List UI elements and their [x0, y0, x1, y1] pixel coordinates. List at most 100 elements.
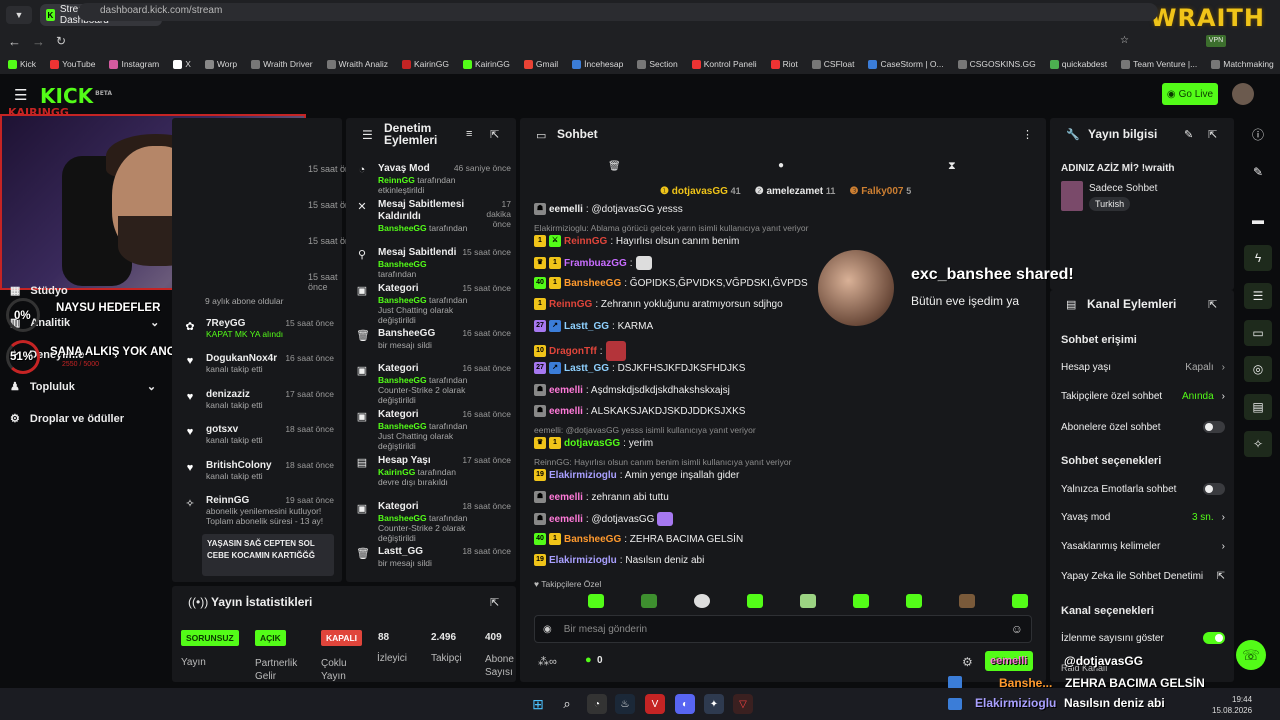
account-age-option[interactable]: Hesap yaşı Kapalı › — [1061, 362, 1225, 373]
mod-action-item[interactable]: ▣ Kategori BansheeGG tarafından Just Chat… — [356, 283, 511, 325]
bookmark-item[interactable]: Worp — [204, 59, 237, 69]
activity-item[interactable]: ♥ BritishColony kanalı takip etti 18 saat… — [184, 460, 334, 481]
activity-item[interactable]: ♥ denizaziz kanalı takip etti 17 saat önc… — [184, 389, 334, 410]
hourglass-icon[interactable]: ⧗ — [948, 160, 956, 173]
slow-mode-option[interactable]: Yavaş mod 3 sn. › — [1061, 512, 1225, 523]
sidebar-item-studio[interactable]: ▦ Stüdyo — [10, 284, 68, 298]
bookmark-item[interactable]: quickabdest — [1049, 59, 1107, 69]
chat-message[interactable]: ♛ 1 dotjavasGG: yerim — [534, 437, 653, 449]
emote-only-toggle[interactable] — [1203, 483, 1225, 495]
top-gifter[interactable]: ❶ dotjavasGG 41 — [660, 186, 741, 197]
chat-message[interactable]: 27 ↗ Lastt_GG: KARMA — [534, 320, 653, 332]
bookmark-item[interactable]: Gmail — [523, 59, 558, 69]
mod-action-item[interactable]: 🗑 BansheeGG bir mesajı sildi 16 saat önce — [356, 328, 511, 350]
sidebar-item-community[interactable]: ♟ Topluluk ⌄ — [10, 380, 156, 394]
emote-icon[interactable] — [853, 594, 869, 608]
chat-message[interactable]: ☗ eemelli: @dotjavasGG — [534, 512, 674, 526]
more-options-icon[interactable]: ⋮ — [1022, 128, 1033, 141]
emote-icon[interactable] — [641, 594, 657, 608]
help-button[interactable]: ☏ — [1236, 640, 1266, 670]
chat-settings-icon[interactable]: ⚙ — [962, 655, 973, 669]
chat-icon[interactable]: ▭ — [1244, 320, 1272, 346]
chat-message[interactable]: 40 1 BansheeGG: ĞOPIDKS,ĞPVIDKS,VĞPDSKI,ĞV… — [534, 277, 808, 289]
filter-icon[interactable]: ≡ — [466, 128, 472, 140]
bookmark-item[interactable]: CaseStorm | O... — [868, 59, 944, 69]
go-live-button[interactable]: ◉ Go Live — [1162, 83, 1218, 105]
sub-chat-toggle[interactable] — [1203, 421, 1225, 433]
follower-chat-option[interactable]: Takipçilere özel sohbet Anında › — [1061, 391, 1225, 402]
mod-action-item[interactable]: ▤ Hesap Yaşı KairinGG tarafından devre dı… — [356, 455, 511, 487]
sidebar-item-drops[interactable]: ⚙ Droplar ve ödüller — [10, 412, 124, 426]
wrench-icon[interactable]: ✧ — [1244, 431, 1272, 457]
emote-icon[interactable] — [906, 594, 922, 608]
mod-action-item[interactable]: ▣ Kategori BansheeGG tarafından Counter-S… — [356, 501, 511, 543]
chat-message[interactable]: 40 1 BansheeGG: ZEHRA BACIMA GELSİN — [534, 533, 743, 545]
chat-message[interactable]: 19 Elakirmizioglu: Amin yenge inşallah gi… — [534, 469, 739, 481]
bookmark-item[interactable]: CSFloat — [811, 59, 854, 69]
bookmark-item[interactable]: Wraith Analiz — [326, 59, 388, 69]
chat-message[interactable]: ☗ eemelli: zehranın abi tuttu — [534, 491, 669, 503]
app-icon[interactable]: ✦ — [704, 694, 724, 714]
bookmark-star-icon[interactable]: ☆ — [1120, 35, 1129, 46]
back-icon[interactable]: ← — [8, 34, 21, 49]
chat-message[interactable]: 27 ↗ Lastt_GG: DSJKFHSJKFDJKSFHDJKS — [534, 362, 745, 374]
popout-icon[interactable]: ⇱ — [1208, 128, 1217, 141]
bookmark-item[interactable]: X — [173, 59, 191, 69]
mod-action-item[interactable]: ▣ Kategori BansheeGG tarafından Counter-S… — [356, 363, 511, 405]
camera-icon[interactable]: ▬ — [1244, 207, 1272, 233]
broadcast-icon[interactable]: ◎ — [1244, 356, 1272, 382]
ai-moderation-option[interactable]: Yapay Zeka ile Sohbet Denetimi ⇱ — [1061, 571, 1225, 582]
chat-message[interactable]: ☗ eemelli: ALSKAKSJAKDJSKDJDDKSJXKS — [534, 405, 745, 417]
show-viewers-toggle[interactable] — [1203, 632, 1225, 644]
search-icon[interactable]: ⌕ — [557, 694, 577, 714]
bookmark-item[interactable]: KairinGG — [462, 59, 510, 69]
user-avatar[interactable] — [1232, 83, 1254, 105]
chat-message[interactable]: 19 Elakirmizioglu: Nasılsın deniz abi — [534, 554, 704, 566]
emote-icon[interactable] — [694, 594, 710, 608]
activity-item[interactable]: ♥ DogukanNox4r kanalı takip etti 16 saat … — [184, 353, 334, 374]
emote-icon[interactable] — [747, 594, 763, 608]
app-icon[interactable]: ◔ — [587, 694, 607, 714]
popout-icon[interactable]: ⇱ — [490, 128, 499, 141]
bookmark-item[interactable]: Wraith Driver — [251, 59, 313, 69]
vpn-icon[interactable]: VPN — [1206, 35, 1226, 47]
mod-action-item[interactable]: 🗑 Lastt_GG bir mesajı sildi 18 saat önce — [356, 546, 511, 568]
server-icon[interactable]: ▤ — [1244, 394, 1272, 420]
chat-bubble-icon[interactable]: ● — [778, 160, 784, 171]
list-icon[interactable]: ☰ — [1244, 283, 1272, 309]
reload-icon[interactable]: ↻ — [56, 34, 66, 48]
banned-words-option[interactable]: Yasaklanmış kelimeler › — [1061, 541, 1225, 552]
bookmark-item[interactable]: Matchmaking — [1211, 59, 1274, 69]
popout-icon[interactable]: ⇱ — [1208, 298, 1217, 311]
bookmark-item[interactable]: İncehesap — [572, 59, 623, 69]
emote-icon[interactable] — [588, 594, 604, 608]
popout-icon[interactable]: ⇱ — [490, 596, 499, 609]
chat-message[interactable]: ☗ eemelli: @dotjavasGG yesss — [534, 203, 683, 215]
forward-icon[interactable]: → — [32, 34, 45, 49]
chat-message[interactable]: 1 ReinnGG: Zehranın yokluğunu aratmıyorsu… — [534, 298, 783, 310]
chat-message[interactable]: ☗ eemelli: Aşdmskdjsdkdjskdhakshskxajsj — [534, 384, 730, 396]
info-icon[interactable]: ⓘ — [1244, 121, 1272, 147]
mod-action-item[interactable]: ✕ Mesaj Sabitlemesi Kaldırıldı BansheeGG … — [356, 199, 511, 233]
bookmark-item[interactable]: Instagram — [109, 59, 159, 69]
bookmark-item[interactable]: Riot — [770, 59, 798, 69]
emoji-icon[interactable]: ☺ — [1011, 622, 1023, 636]
emote-icon[interactable] — [800, 594, 816, 608]
bookmark-item[interactable]: Team Venture |... — [1121, 59, 1197, 69]
windows-start-icon[interactable]: ⊞ — [528, 694, 548, 714]
bookmark-item[interactable]: KairinGG — [401, 59, 449, 69]
app-icon[interactable]: ▽ — [733, 694, 753, 714]
hamburger-menu-icon[interactable]: ☰ — [14, 86, 27, 104]
chat-message[interactable]: 10 DragonTff: — [534, 341, 626, 361]
edit-icon[interactable]: ✎ — [1244, 159, 1272, 185]
emote-icon[interactable] — [1012, 594, 1028, 608]
browser-menu-button[interactable]: ▼ — [6, 6, 32, 24]
trash-icon[interactable]: 🗑 — [608, 161, 621, 172]
browser-icon[interactable]: V — [645, 694, 665, 714]
emote-icon[interactable] — [959, 594, 975, 608]
chat-input[interactable]: ◉ Bir mesaj gönderin ☺ — [534, 615, 1032, 643]
chat-message[interactable]: 1 ⚔ ReinnGG: Hayırlısı olsun canım benim — [534, 235, 739, 247]
edit-icon[interactable]: ✎ — [1184, 128, 1193, 141]
activity-item[interactable]: ✿ 7ReyGG KAPAT MK YA alındı 15 saat önce — [184, 318, 334, 339]
bolt-icon[interactable]: ϟ — [1244, 245, 1272, 271]
